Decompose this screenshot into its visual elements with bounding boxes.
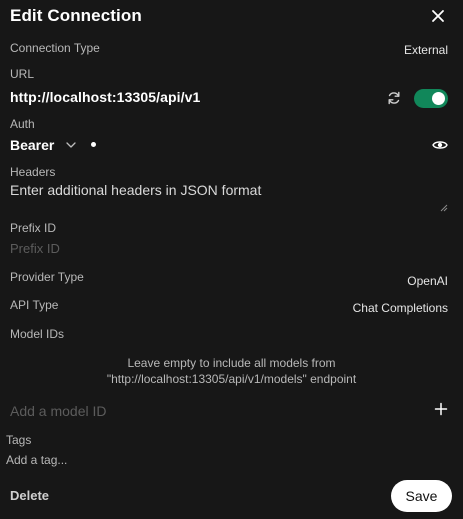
tags-label: Tags <box>6 433 32 447</box>
modal-title: Edit Connection <box>10 6 142 25</box>
api-key-input[interactable] <box>91 142 96 147</box>
save-button[interactable]: Save <box>391 480 452 512</box>
prefix-id-input[interactable] <box>10 239 310 257</box>
api-type-label: API Type <box>10 298 59 312</box>
headers-textarea[interactable] <box>10 182 450 214</box>
tag-input[interactable] <box>6 452 206 468</box>
close-icon[interactable] <box>428 6 448 26</box>
plus-icon[interactable] <box>434 402 448 416</box>
connection-type-toggle[interactable]: External <box>404 43 448 57</box>
provider-type-label: Provider Type <box>10 270 84 284</box>
connection-type-label: Connection Type <box>10 41 100 55</box>
chevron-down-icon[interactable] <box>65 139 77 151</box>
eye-icon[interactable] <box>432 138 448 152</box>
url-input[interactable]: http://localhost:13305/api/v1 <box>10 89 200 105</box>
toggle-knob <box>432 92 445 105</box>
headers-label: Headers <box>10 165 56 179</box>
hint-line-1: Leave empty to include all models from <box>127 356 336 370</box>
api-type-select[interactable]: Chat Completions <box>353 301 448 315</box>
provider-type-select[interactable]: OpenAI <box>407 274 448 288</box>
hint-line-2: "http://localhost:13305/api/v1/models" e… <box>106 372 357 386</box>
model-id-input[interactable] <box>10 402 390 420</box>
model-ids-label: Model IDs <box>10 327 65 341</box>
prefix-id-label: Prefix ID <box>10 221 57 235</box>
model-ids-hint: Leave empty to include all models from "… <box>0 355 463 387</box>
connection-enabled-toggle[interactable] <box>414 89 448 108</box>
auth-type-select[interactable]: Bearer <box>10 137 54 153</box>
url-label: URL <box>10 67 35 81</box>
refresh-icon[interactable] <box>386 90 402 106</box>
delete-button[interactable]: Delete <box>10 488 49 503</box>
auth-label: Auth <box>10 117 35 131</box>
resize-grip-icon[interactable] <box>440 204 448 212</box>
